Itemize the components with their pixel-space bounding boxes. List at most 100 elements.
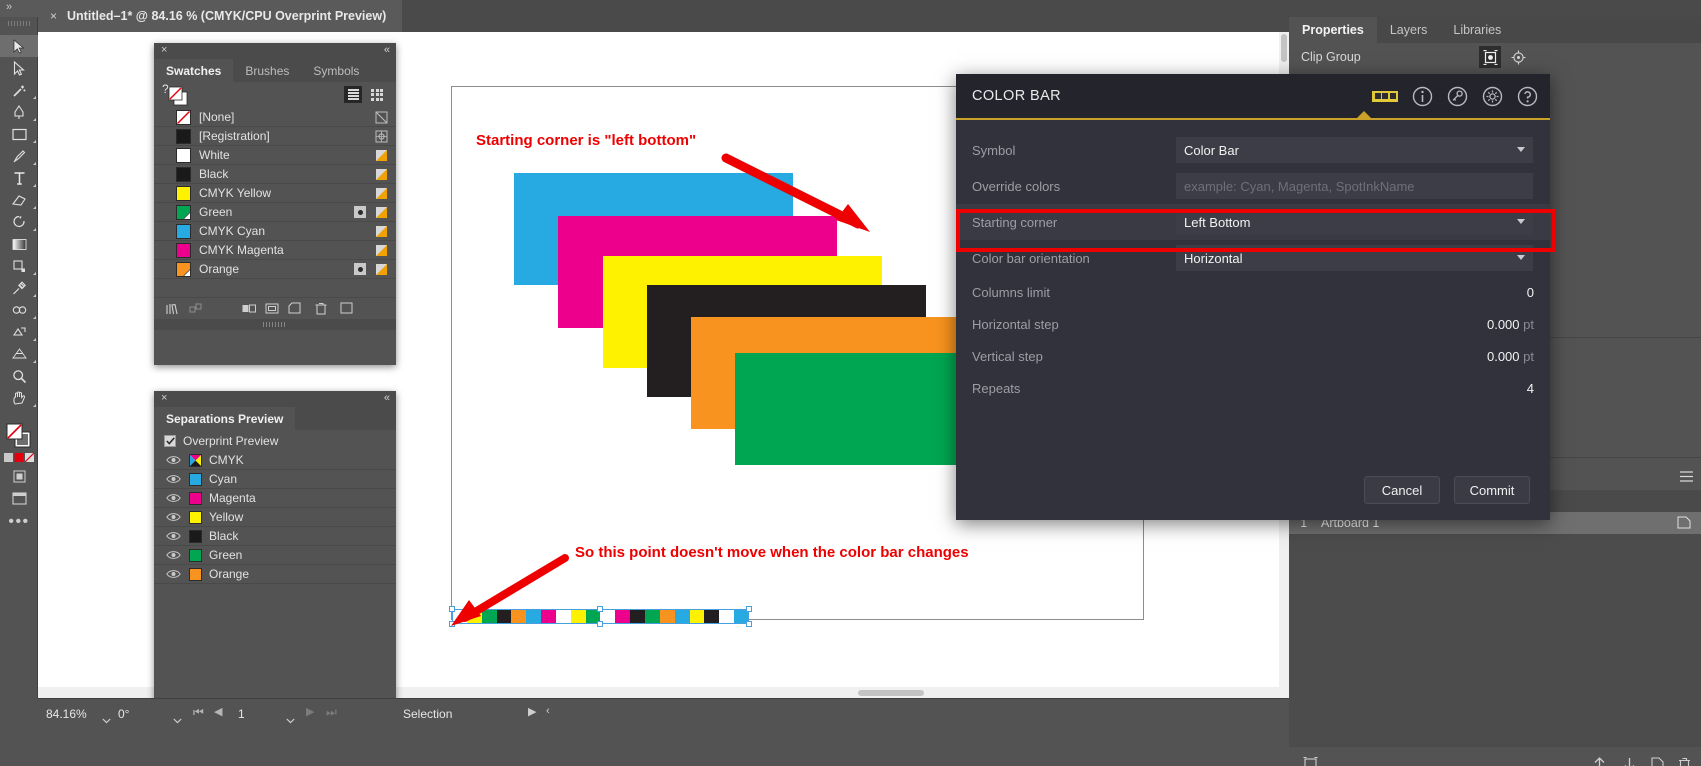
gradient-tool[interactable] <box>0 233 38 255</box>
new-artboard-icon[interactable] <box>1677 516 1691 532</box>
new-swatch-plus-icon[interactable] <box>340 302 354 316</box>
tab-swatches[interactable]: Swatches <box>154 59 233 82</box>
gear-icon[interactable] <box>1482 86 1503 107</box>
status-menu-icon[interactable]: ▶ <box>528 705 536 718</box>
fill-and-stroke-swatch[interactable] <box>0 421 38 451</box>
new-color-group-icon[interactable] <box>265 302 279 316</box>
orientation-select[interactable]: Horizontal <box>1176 245 1533 271</box>
anchor-point-icon[interactable] <box>1507 46 1529 68</box>
status-resize-icon[interactable]: ‹ <box>546 705 550 717</box>
scale-tool[interactable] <box>0 255 38 277</box>
rotation-field[interactable]: 0° <box>118 705 129 722</box>
ink-row[interactable]: Orange <box>154 565 396 584</box>
overprint-preview-row[interactable]: Overprint Preview <box>154 430 396 451</box>
swatch-row[interactable]: CMYK Cyan <box>154 222 396 241</box>
last-page-icon[interactable]: ⏭ <box>326 705 337 720</box>
swatch-row[interactable]: Green <box>154 203 396 222</box>
prev-page-icon[interactable]: ◀ <box>214 705 222 718</box>
field-color-bar-orientation[interactable]: Color bar orientation Horizontal <box>956 240 1550 276</box>
eye-icon[interactable] <box>164 512 182 522</box>
collapse-icon[interactable]: « <box>384 392 389 404</box>
ink-row[interactable]: CMYK <box>154 451 396 470</box>
ink-row[interactable]: Yellow <box>154 508 396 527</box>
repeats-value[interactable]: 4 <box>1527 381 1534 396</box>
eye-icon[interactable] <box>164 550 182 560</box>
separations-ink-list[interactable]: CMYK Cyan Magenta Ye <box>154 451 396 584</box>
direct-selection-tool[interactable] <box>0 57 38 79</box>
rotation-dropdown-icon[interactable] <box>173 712 182 727</box>
cancel-button[interactable]: Cancel <box>1364 476 1440 504</box>
swatch-row[interactable]: White <box>154 146 396 165</box>
delete-swatch-icon[interactable] <box>314 302 328 316</box>
tab-brushes[interactable]: Brushes <box>233 59 301 82</box>
columns-limit-value[interactable]: 0 <box>1527 285 1534 300</box>
eraser-tool[interactable] <box>0 189 38 211</box>
horizontal-step-value[interactable]: 0.000 pt <box>1487 317 1534 332</box>
swatch-libraries-icon[interactable] <box>166 302 180 316</box>
close-icon[interactable]: × <box>50 9 57 23</box>
info-icon[interactable] <box>1412 86 1433 107</box>
artboard-tool-icon[interactable] <box>1303 757 1318 766</box>
transform-reference-icon[interactable] <box>1479 46 1501 68</box>
eyedropper-tool[interactable] <box>0 277 38 299</box>
swatch-row[interactable]: [Registration] <box>154 127 396 146</box>
swatch-row[interactable]: Orange <box>154 260 396 279</box>
swatches-list[interactable]: [None] [Registration] White <box>154 108 396 297</box>
field-columns-limit[interactable]: Columns limit 0 <box>956 276 1550 308</box>
ink-row[interactable]: Green <box>154 546 396 565</box>
rectangle-tool[interactable] <box>0 123 38 145</box>
rotate-tool[interactable] <box>0 211 38 233</box>
hand-tool[interactable] <box>0 387 38 409</box>
page-dropdown-icon[interactable] <box>286 712 295 727</box>
eye-icon[interactable] <box>164 531 182 541</box>
delete-artboard-icon[interactable] <box>1678 757 1691 766</box>
swatch-row[interactable]: [None] <box>154 108 396 127</box>
key-icon[interactable] <box>1447 86 1468 107</box>
override-colors-input[interactable]: example: Cyan, Magenta, SpotInkName <box>1176 173 1533 199</box>
new-artboard-icon[interactable] <box>1651 757 1664 766</box>
zoom-tool[interactable] <box>0 365 38 387</box>
field-override-colors[interactable]: Override colors example: Cyan, Magenta, … <box>956 168 1550 204</box>
eye-icon[interactable] <box>164 493 182 503</box>
color-bar-icon[interactable] <box>1372 91 1398 102</box>
swatch-row[interactable]: CMYK Magenta <box>154 241 396 260</box>
blend-tool[interactable] <box>0 299 38 321</box>
eye-icon[interactable] <box>164 474 182 484</box>
field-repeats[interactable]: Repeats 4 <box>956 372 1550 404</box>
starting-corner-select[interactable]: Left Bottom <box>1176 209 1533 235</box>
overprint-preview-checkbox[interactable] <box>164 435 176 447</box>
zoom-level-field[interactable]: 84.16% <box>46 705 87 722</box>
selection-handle[interactable] <box>597 606 603 612</box>
scrollbar-thumb[interactable] <box>1281 34 1287 62</box>
document-tab[interactable]: × Untitled–1* @ 84.16 % (CMYK/CPU Overpr… <box>38 0 402 32</box>
expand-panels-left-icon[interactable]: » <box>6 1 11 13</box>
show-swatch-kinds-icon[interactable] <box>189 302 203 316</box>
move-up-icon[interactable] <box>1593 757 1606 766</box>
page-number-field[interactable]: 1 <box>238 705 245 722</box>
new-swatch-icon[interactable] <box>288 302 302 316</box>
collapse-icon[interactable]: « <box>384 44 389 56</box>
eye-icon[interactable] <box>164 569 182 579</box>
field-vertical-step[interactable]: Vertical step 0.000 pt <box>956 340 1550 372</box>
grid-view-icon[interactable] <box>368 86 386 103</box>
list-view-icon[interactable] <box>344 86 362 103</box>
type-tool[interactable] <box>0 167 38 189</box>
tab-separations-preview[interactable]: Separations Preview <box>154 407 295 430</box>
ink-row[interactable]: Magenta <box>154 489 396 508</box>
first-page-icon[interactable]: ⏮ <box>193 705 204 720</box>
tools-panel-grip[interactable] <box>0 17 37 29</box>
shape-builder-tool[interactable] <box>0 321 38 343</box>
selection-handle[interactable] <box>746 606 752 612</box>
fill-and-stroke-icon[interactable] <box>168 86 188 109</box>
selection-handle[interactable] <box>746 621 752 627</box>
magic-wand-tool[interactable] <box>0 79 38 101</box>
selection-handle[interactable] <box>597 621 603 627</box>
next-page-icon[interactable]: ▶ <box>306 705 314 718</box>
tab-libraries[interactable]: Libraries <box>1440 17 1514 43</box>
vertical-step-value[interactable]: 0.000 pt <box>1487 349 1534 364</box>
eye-icon[interactable] <box>164 455 182 465</box>
tab-properties[interactable]: Properties <box>1289 17 1377 43</box>
color-mode-icons-row[interactable] <box>0 451 38 465</box>
scrollbar-thumb[interactable] <box>858 690 924 696</box>
tab-symbols[interactable]: Symbols <box>301 59 371 82</box>
